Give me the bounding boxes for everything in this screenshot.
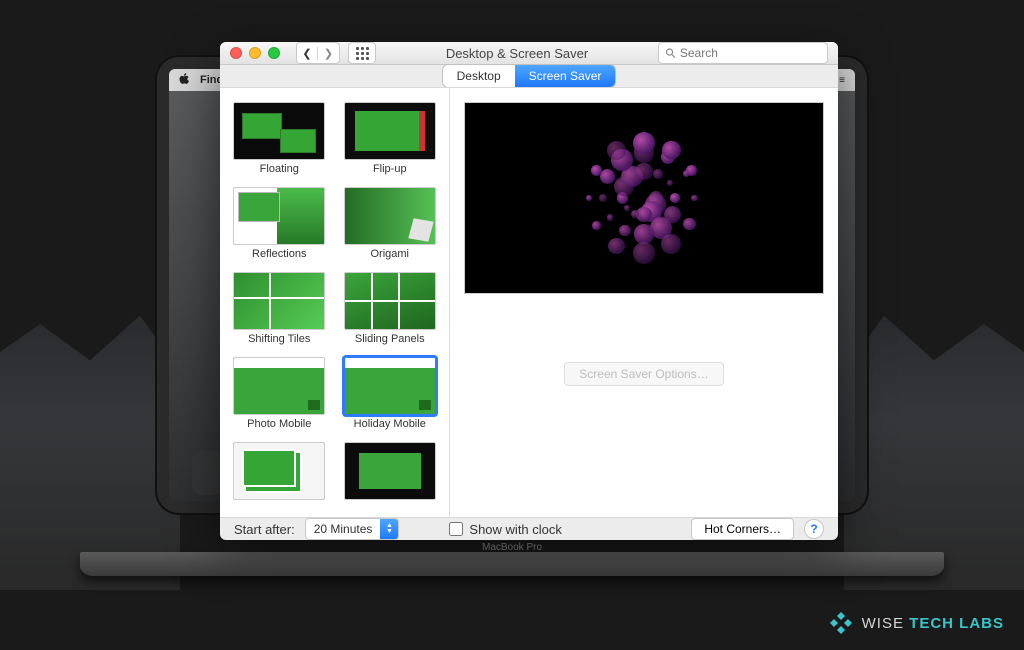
content-area: Floating Flip-up Reflections Origami Shiftin… [220,87,838,517]
saver-item-holidaymobile[interactable]: Holiday Mobile [339,353,442,434]
window-title: Desktop & Screen Saver [446,46,588,61]
saver-label: Sliding Panels [355,333,425,345]
saver-item-origami[interactable]: Origami [339,183,442,264]
saver-label: Origami [370,248,409,260]
start-after-value: 20 Minutes [314,522,373,536]
close-button[interactable] [230,47,242,59]
saver-item-flipup[interactable]: Flip-up [339,98,442,179]
saver-label: Reflections [252,248,306,260]
hot-corners-button[interactable]: Hot Corners… [691,518,794,540]
saver-item-sliding[interactable]: Sliding Panels [339,268,442,349]
select-arrows-icon: ▲▼ [380,519,398,539]
search-icon [665,47,676,59]
show-with-clock-label: Show with clock [469,522,561,537]
saver-thumbnail [233,442,325,500]
saver-preview [464,102,824,294]
saver-thumbnail [344,187,436,245]
saver-thumbnail [233,272,325,330]
preview-pane: Screen Saver Options… [450,88,838,517]
screen-saver-options-button[interactable]: Screen Saver Options… [564,362,723,386]
saver-thumbnail [344,442,436,500]
window-controls [230,47,280,59]
saver-label: Shifting Tiles [248,333,310,345]
tab-screen-saver[interactable]: Screen Saver [515,65,616,87]
titlebar: ❮ ❯ Desktop & Screen Saver [220,42,838,65]
chevron-right-icon: ❯ [318,47,339,60]
show-with-clock-checkbox[interactable]: Show with clock [449,522,561,537]
apple-logo-icon [179,73,190,88]
nav-back-forward[interactable]: ❮ ❯ [296,42,340,64]
saver-item-photomobile[interactable]: Photo Mobile [228,353,331,434]
saver-label: Photo Mobile [247,418,311,430]
search-field[interactable] [658,42,828,64]
watermark-text-2: TECH LABS [909,615,1004,632]
search-input[interactable] [680,46,821,60]
watermark: WISE TECH LABS [828,610,1004,636]
footer-bar: Start after: 20 Minutes ▲▼ Show with clo… [220,517,838,540]
preview-graphic [569,123,719,273]
saver-thumbnail [344,102,436,160]
minimize-button[interactable] [249,47,261,59]
watermark-logo-icon [828,610,854,636]
watermark-text-1: WISE [862,615,904,632]
show-with-clock-input[interactable] [449,522,463,536]
saver-item-shifting[interactable]: Shifting Tiles [228,268,331,349]
saver-item-extra1[interactable] [228,438,331,507]
saver-thumbnail [233,102,325,160]
zoom-button[interactable] [268,47,280,59]
help-button[interactable]: ? [804,519,824,539]
saver-thumbnail [233,357,325,415]
tab-segmented-control: Desktop Screen Saver [443,65,616,87]
saver-item-extra2[interactable] [339,438,442,507]
chevron-left-icon: ❮ [297,47,318,60]
show-all-button[interactable] [348,42,376,64]
saver-item-floating[interactable]: Floating [228,98,331,179]
start-after-select[interactable]: 20 Minutes ▲▼ [305,518,400,540]
saver-label: Holiday Mobile [354,418,426,430]
macbook-base [80,552,944,576]
saver-thumbnail [344,357,436,415]
saver-item-reflections[interactable]: Reflections [228,183,331,264]
tab-bar: Desktop Screen Saver [220,65,838,87]
grid-icon [356,47,369,60]
saver-thumbnail [344,272,436,330]
tab-desktop[interactable]: Desktop [443,65,515,87]
start-after-label: Start after: [234,522,295,537]
saver-label: Flip-up [373,163,407,175]
saver-thumbnail [233,187,325,245]
saver-list[interactable]: Floating Flip-up Reflections Origami Shiftin… [220,88,450,517]
syspref-window: ❮ ❯ Desktop & Screen Saver Desktop Scree… [220,42,838,528]
saver-label: Floating [260,163,299,175]
